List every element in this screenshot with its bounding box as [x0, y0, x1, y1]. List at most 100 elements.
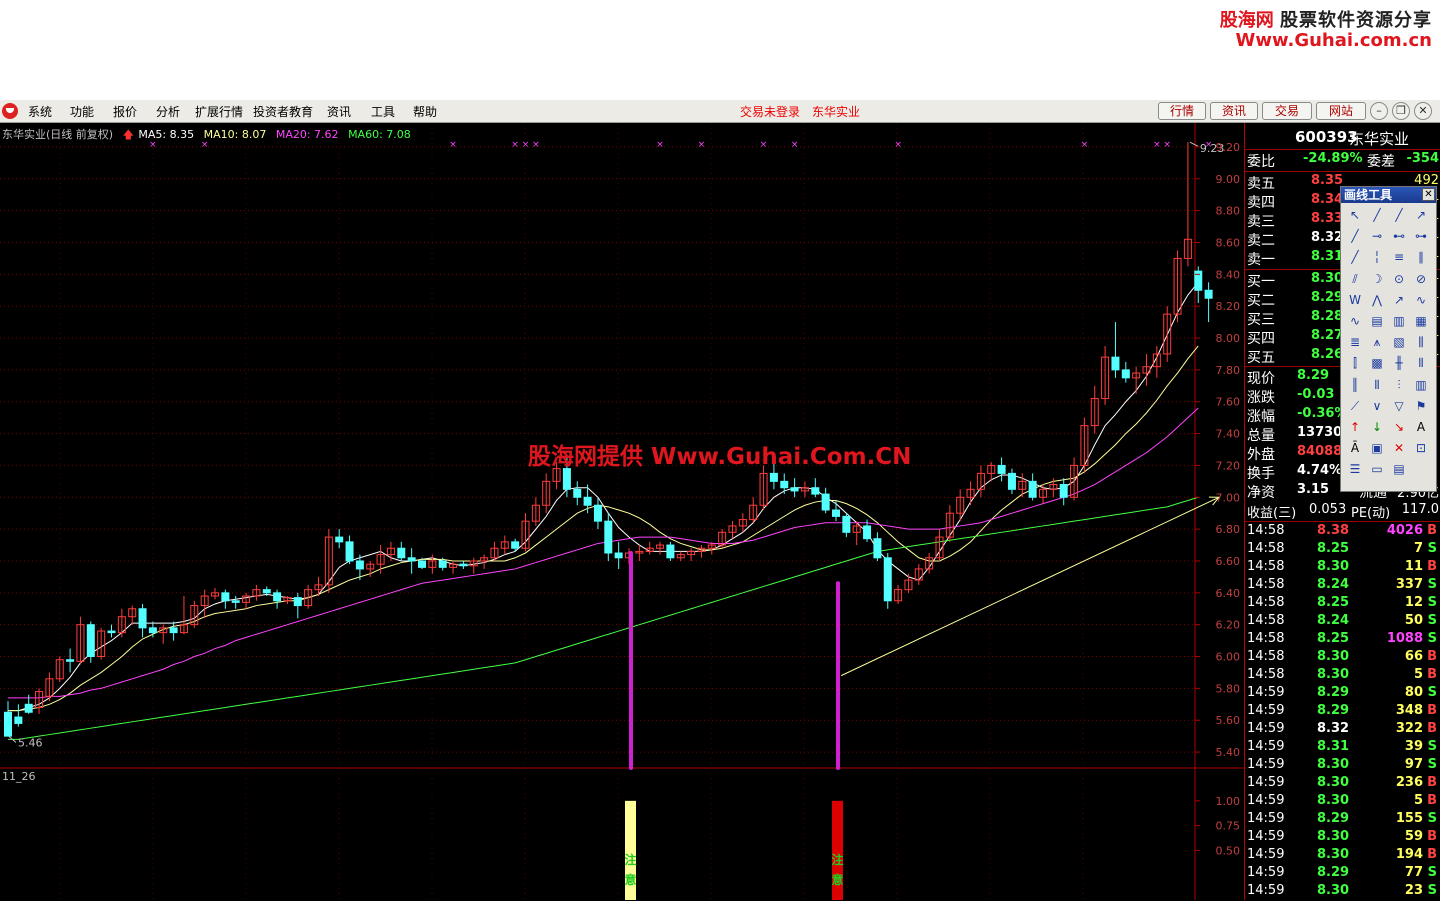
website-button[interactable]: 网站 — [1316, 102, 1366, 120]
tool-green-arrow-icon[interactable]: ↓ — [1367, 418, 1387, 436]
trade-volume: 236 — [1395, 775, 1423, 790]
menu-system[interactable]: 系统 — [28, 103, 52, 120]
app-logo-icon[interactable] — [2, 103, 18, 119]
tool-cycle-icon[interactable]: ⫴ — [1411, 354, 1431, 372]
trade-row: 14:59 8.29 80 S — [1245, 685, 1440, 703]
bid-price: 8.26 — [1311, 347, 1344, 362]
candle-body — [593, 504, 602, 522]
tool-trend-icon[interactable]: ↗ — [1389, 291, 1409, 309]
ask-price: 8.34 — [1311, 192, 1344, 207]
tool-list-icon[interactable]: ☰ — [1345, 460, 1365, 478]
tool-price-ch-icon[interactable]: ≣ — [1345, 333, 1365, 351]
tool-gann-icon[interactable]: ▤ — [1367, 312, 1387, 330]
tool-dot-line-icon[interactable]: ⊷ — [1389, 227, 1409, 245]
tool-cross-icon[interactable]: ▧ — [1389, 333, 1409, 351]
y-tick-label: 6.00 — [1216, 651, 1241, 664]
menu-analysis[interactable]: 分析 — [156, 103, 180, 120]
tool-bold-a-icon[interactable]: Ā — [1345, 439, 1365, 457]
tool-tag-icon[interactable]: ▤ — [1389, 460, 1409, 478]
trade-button[interactable]: 交易 — [1262, 102, 1312, 120]
tool-line-icon[interactable]: ╱ — [1367, 206, 1387, 224]
tool-arrow-line-icon[interactable]: ↗ — [1411, 206, 1431, 224]
restore-icon[interactable]: ❐ — [1392, 102, 1410, 120]
y-tick-label: 8.60 — [1216, 236, 1241, 249]
tool-bars-icon[interactable]: ║ — [1345, 376, 1365, 394]
top-marker: × — [760, 140, 768, 150]
trade-row: 14:59 8.30 5 B — [1245, 793, 1440, 811]
tool-period-icon[interactable]: ▥ — [1411, 376, 1431, 394]
tool-no-icon[interactable]: ⊘ — [1411, 270, 1431, 288]
tool-red-arrow-icon[interactable]: ↘ — [1389, 418, 1409, 436]
tool-gap-icon[interactable]: ▥ — [1389, 312, 1409, 330]
toolbox-close-icon[interactable]: ✕ — [1422, 188, 1435, 201]
trade-time: 14:58 — [1247, 631, 1285, 646]
tool-angle-icon[interactable]: ⟋ — [1345, 397, 1365, 415]
tool-fan-icon[interactable]: ⩚ — [1367, 333, 1387, 351]
drawing-toolbox[interactable]: 画线工具 ✕ ↖ ╱ ╱ ↗ ╱ ⊸ ⊷ ⊶ ╱ ╎ ≡ ∥ ⫽ ☽ ⊙ ⊘ W ⋀ ↗ ∿ ∿ ▤ ▥ ▦ ≣ ⩚ ▧ ⫼ ⫿ ▩ ╫ ⫴ ║… — [1340, 186, 1437, 492]
brand-slogan: 股票软件资源分享 — [1280, 10, 1432, 31]
tool-parallel-icon[interactable]: ╱ — [1345, 248, 1365, 266]
menu-investor-edu[interactable]: 投资者教育 — [253, 103, 313, 120]
chart-info-bar: 东华实业(日线 前复权) 🡅 MA5: 8.35 MA10: 8.07 MA20… — [2, 126, 417, 145]
news-button[interactable]: 资讯 — [1210, 102, 1258, 120]
tool-circle-icon[interactable]: ⊙ — [1389, 270, 1409, 288]
tool-up-arrow-icon[interactable]: ↑ — [1345, 418, 1365, 436]
stat-label: 现价 — [1247, 371, 1275, 387]
menu-help[interactable]: 帮助 — [413, 103, 437, 120]
login-status[interactable]: 交易未登录 — [740, 103, 800, 120]
tool-vbars-icon[interactable]: ⫶ — [1389, 376, 1409, 394]
toolbox-title[interactable]: 画线工具 ✕ — [1341, 187, 1436, 203]
tool-text-icon[interactable]: A — [1411, 418, 1431, 436]
tool-down-arrow-icon[interactable]: ∨ — [1367, 397, 1387, 415]
tool-cursor-icon[interactable]: ↖ — [1345, 206, 1365, 224]
menu-extended[interactable]: 扩展行情 — [195, 103, 243, 120]
ask-price: 8.31 — [1311, 249, 1344, 264]
tool-wave-icon[interactable]: ∿ — [1345, 312, 1365, 330]
trade-time: 14:59 — [1247, 721, 1285, 736]
brand-url[interactable]: Www.Guhai.com.cn — [1236, 30, 1432, 51]
tool-delete-icon[interactable]: ✕ — [1389, 439, 1409, 457]
tool-arc-icon[interactable]: ☽ — [1367, 270, 1387, 288]
minimize-icon[interactable]: – — [1370, 102, 1388, 120]
tool-segment-icon[interactable]: ╱ — [1345, 227, 1365, 245]
top-marker: × — [1163, 140, 1171, 150]
trade-side: B — [1427, 847, 1437, 862]
tool-box-icon[interactable]: ⫼ — [1411, 333, 1431, 351]
tool-ruler-icon[interactable]: ▭ — [1367, 460, 1387, 478]
tool-lock-icon[interactable]: ⊡ — [1411, 439, 1431, 457]
tool-zigzag-icon[interactable]: ⋀ — [1367, 291, 1387, 309]
menu-news[interactable]: 资讯 — [327, 103, 351, 120]
tool-grid-icon[interactable]: ▩ — [1367, 354, 1387, 372]
tool-vertical-icon[interactable]: ╎ — [1367, 248, 1387, 266]
menu-function[interactable]: 功能 — [70, 103, 94, 120]
tool-band-icon[interactable]: ▦ — [1411, 312, 1431, 330]
tool-stripes-icon[interactable]: ⦀ — [1367, 376, 1387, 394]
trade-side: S — [1427, 541, 1437, 556]
y-tick-label: 6.80 — [1216, 523, 1241, 536]
stock-header[interactable]: 600393 东华实业 — [1245, 128, 1440, 148]
tool-fork-icon[interactable]: ⫿ — [1345, 354, 1365, 372]
tool-channel-icon[interactable]: ∥ — [1411, 248, 1431, 266]
tool-ray-icon[interactable]: ╱ — [1389, 206, 1409, 224]
tool-hline-icon[interactable]: ⊸ — [1367, 227, 1387, 245]
tool-time-zone-icon[interactable]: ╫ — [1389, 354, 1409, 372]
trade-price: 8.24 — [1317, 613, 1350, 628]
stat-value: 3.15 — [1297, 482, 1330, 497]
tool-wave-w-icon[interactable]: W — [1345, 291, 1365, 309]
tool-fib-icon[interactable]: ≡ — [1389, 248, 1409, 266]
tool-flag-icon[interactable]: ⚑ — [1411, 397, 1431, 415]
brand-logo[interactable]: 股海网 股票软件资源分享 — [1220, 6, 1432, 32]
tool-triangle-icon[interactable]: ▽ — [1389, 397, 1409, 415]
candle-body — [148, 627, 157, 634]
kline-chart[interactable]: × × × × × × × × × × × × × × ×9.235.46 9.209.008.808.60… — [0, 123, 1244, 900]
tool-speed-line-icon[interactable]: ⫽ — [1345, 270, 1365, 288]
tool-double-dot-icon[interactable]: ⊶ — [1411, 227, 1431, 245]
menu-quote[interactable]: 报价 — [113, 103, 137, 120]
close-icon[interactable]: ✕ — [1414, 102, 1432, 120]
tool-square-icon[interactable]: ▣ — [1367, 439, 1387, 457]
weicha-value: -354 — [1406, 151, 1439, 166]
quote-button[interactable]: 行情 — [1158, 102, 1206, 120]
tool-mountain-icon[interactable]: ∿ — [1411, 291, 1431, 309]
menu-tools[interactable]: 工具 — [371, 103, 395, 120]
candle-body — [842, 515, 851, 533]
